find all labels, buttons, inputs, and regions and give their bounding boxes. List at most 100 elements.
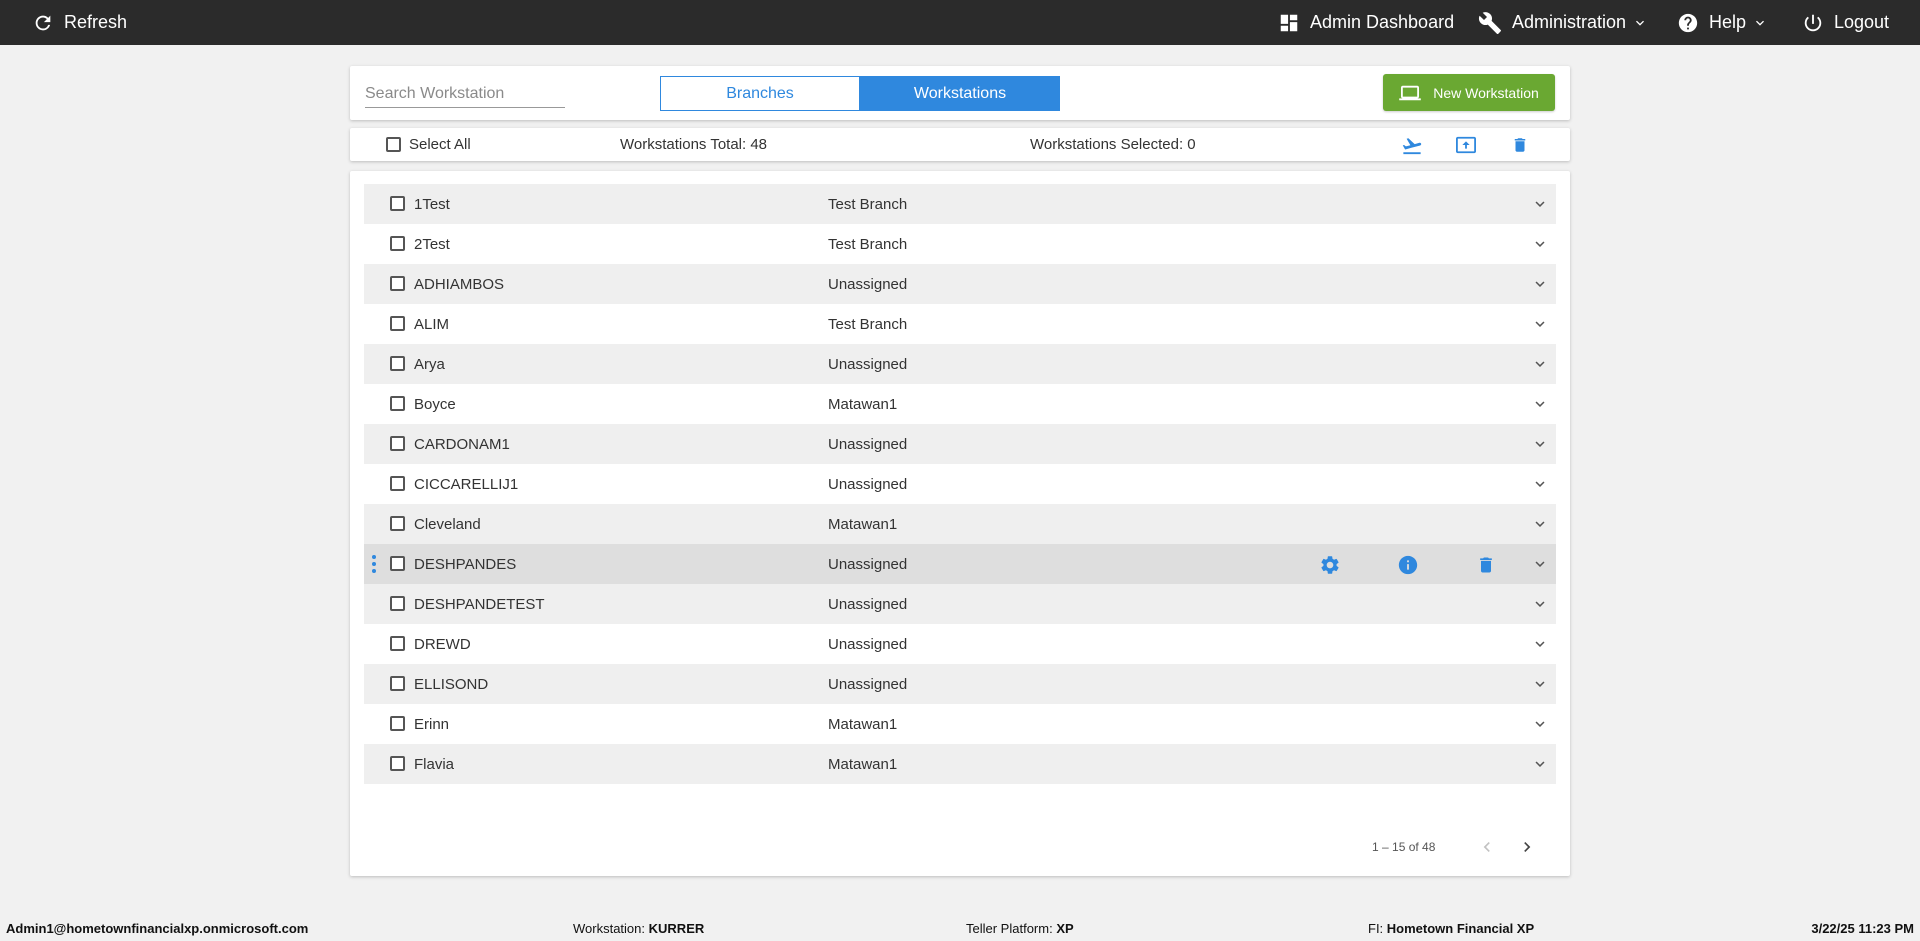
table-row[interactable]: ELLISOND Unassigned (364, 664, 1556, 704)
expand-row-button[interactable] (1530, 314, 1550, 334)
table-row[interactable]: 1Test Test Branch (364, 184, 1556, 224)
workstation-branch: Unassigned (828, 636, 908, 653)
workstation-name: Boyce (414, 396, 456, 413)
chevron-down-icon (1535, 281, 1545, 287)
select-all-checkbox[interactable] (386, 137, 401, 152)
row-checkbox[interactable] (390, 276, 405, 291)
row-checkbox[interactable] (390, 196, 405, 211)
chevron-down-icon (1535, 521, 1545, 527)
selection-toolbar: Select All Workstations Total: 48 Workst… (350, 128, 1570, 161)
pager-range: 1 – 15 of 48 (1372, 840, 1436, 854)
row-checkbox[interactable] (390, 436, 405, 451)
expand-row-button[interactable] (1530, 714, 1550, 734)
refresh-label: Refresh (64, 12, 128, 32)
table-row[interactable]: ADHIAMBOS Unassigned (364, 264, 1556, 304)
workstation-branch: Test Branch (828, 316, 908, 333)
row-checkbox[interactable] (390, 476, 405, 491)
delete-button[interactable] (1474, 553, 1498, 577)
footer-workstation-value: KURRER (648, 921, 705, 936)
row-checkbox[interactable] (390, 556, 405, 571)
footer-platform-label: Teller Platform: (966, 921, 1053, 936)
administration-label: Administration (1512, 12, 1627, 32)
row-checkbox[interactable] (390, 676, 405, 691)
table-row[interactable]: Arya Unassigned (364, 344, 1556, 384)
row-checkbox[interactable] (390, 516, 405, 531)
footer-fi: FI: Hometown Financial XP (1368, 921, 1534, 936)
administration-menu[interactable]: Administration (1478, 0, 1648, 45)
logout-button[interactable]: Logout (1802, 0, 1889, 45)
row-checkbox[interactable] (390, 756, 405, 771)
tab-branches-label: Branches (726, 84, 794, 102)
transfer-button[interactable] (1400, 134, 1424, 156)
row-checkbox[interactable] (390, 716, 405, 731)
expand-row-button[interactable] (1530, 354, 1550, 374)
row-checkbox[interactable] (390, 316, 405, 331)
row-checkbox[interactable] (390, 596, 405, 611)
expand-row-button[interactable] (1530, 634, 1550, 654)
expand-row-button[interactable] (1530, 754, 1550, 774)
chevron-down-icon (1632, 15, 1648, 31)
table-row[interactable]: Cleveland Matawan1 (364, 504, 1556, 544)
table-row[interactable]: ALIM Test Branch (364, 304, 1556, 344)
row-checkbox[interactable] (390, 636, 405, 651)
table-row[interactable]: 2Test Test Branch (364, 224, 1556, 264)
search-input[interactable] (365, 80, 565, 108)
tab-branches[interactable]: Branches (660, 76, 860, 111)
workstation-branch: Unassigned (828, 476, 908, 493)
table-row[interactable]: Erinn Matawan1 (364, 704, 1556, 744)
expand-row-button[interactable] (1530, 514, 1550, 534)
footer-workstation-label: Workstation: (573, 921, 646, 936)
workstation-name: Cleveland (414, 516, 481, 533)
help-menu[interactable]: Help (1677, 0, 1768, 45)
expand-row-button[interactable] (1530, 554, 1550, 574)
expand-row-button[interactable] (1530, 674, 1550, 694)
workstation-list: 1Test Test Branch 2Test Test Branch ADHIAMBO… (364, 184, 1556, 784)
table-row[interactable]: CICCARELLIJ1 Unassigned (364, 464, 1556, 504)
admin-dashboard-link[interactable]: Admin Dashboard (1278, 0, 1454, 45)
new-workstation-label: New Workstation (1433, 84, 1539, 101)
upload-button[interactable] (1454, 134, 1478, 156)
trash-icon (1514, 138, 1526, 152)
workstation-name: CARDONAM1 (414, 436, 510, 453)
chevron-down-icon (1535, 361, 1545, 367)
table-row[interactable]: Flavia Matawan1 (364, 744, 1556, 784)
next-page-button[interactable] (1516, 836, 1538, 858)
expand-row-button[interactable] (1530, 434, 1550, 454)
table-row[interactable]: DESHPANDES Unassigned (364, 544, 1556, 584)
expand-row-button[interactable] (1530, 274, 1550, 294)
expand-row-button[interactable] (1530, 394, 1550, 414)
workstation-branch: Matawan1 (828, 516, 898, 533)
info-button[interactable] (1396, 553, 1420, 577)
new-workstation-button[interactable]: New Workstation (1383, 74, 1555, 111)
row-checkbox[interactable] (390, 356, 405, 371)
expand-row-button[interactable] (1530, 594, 1550, 614)
drag-handle-icon[interactable] (371, 555, 377, 573)
row-checkbox[interactable] (390, 236, 405, 251)
footer-platform-value: XP (1056, 921, 1074, 936)
expand-row-button[interactable] (1530, 194, 1550, 214)
settings-button[interactable] (1318, 553, 1342, 577)
row-checkbox[interactable] (390, 396, 405, 411)
expand-row-button[interactable] (1530, 234, 1550, 254)
bulk-delete-button[interactable] (1508, 134, 1532, 156)
previous-page-button[interactable] (1476, 836, 1498, 858)
table-row[interactable]: CARDONAM1 Unassigned (364, 424, 1556, 464)
table-row[interactable]: DREWD Unassigned (364, 624, 1556, 664)
footer-datetime-value: 3/22/25 11:23 PM (1811, 921, 1914, 936)
refresh-button[interactable]: Refresh (32, 0, 127, 45)
dashboard-icon (1278, 12, 1300, 34)
select-all[interactable]: Select All (386, 128, 471, 161)
table-row[interactable]: DESHPANDETEST Unassigned (364, 584, 1556, 624)
footer-fi-value: Hometown Financial XP (1386, 921, 1535, 936)
workstation-name: Arya (414, 356, 445, 373)
expand-row-button[interactable] (1530, 474, 1550, 494)
tab-workstations[interactable]: Workstations (860, 76, 1060, 111)
workstation-branch: Unassigned (828, 596, 908, 613)
info-icon (1398, 555, 1418, 575)
footer-platform: Teller Platform: XP (966, 921, 1074, 936)
power-icon (1802, 12, 1824, 34)
chevron-down-icon (1535, 241, 1545, 247)
chevron-down-icon (1535, 561, 1545, 567)
table-row[interactable]: Boyce Matawan1 (364, 384, 1556, 424)
chevron-right-icon (1524, 842, 1531, 852)
